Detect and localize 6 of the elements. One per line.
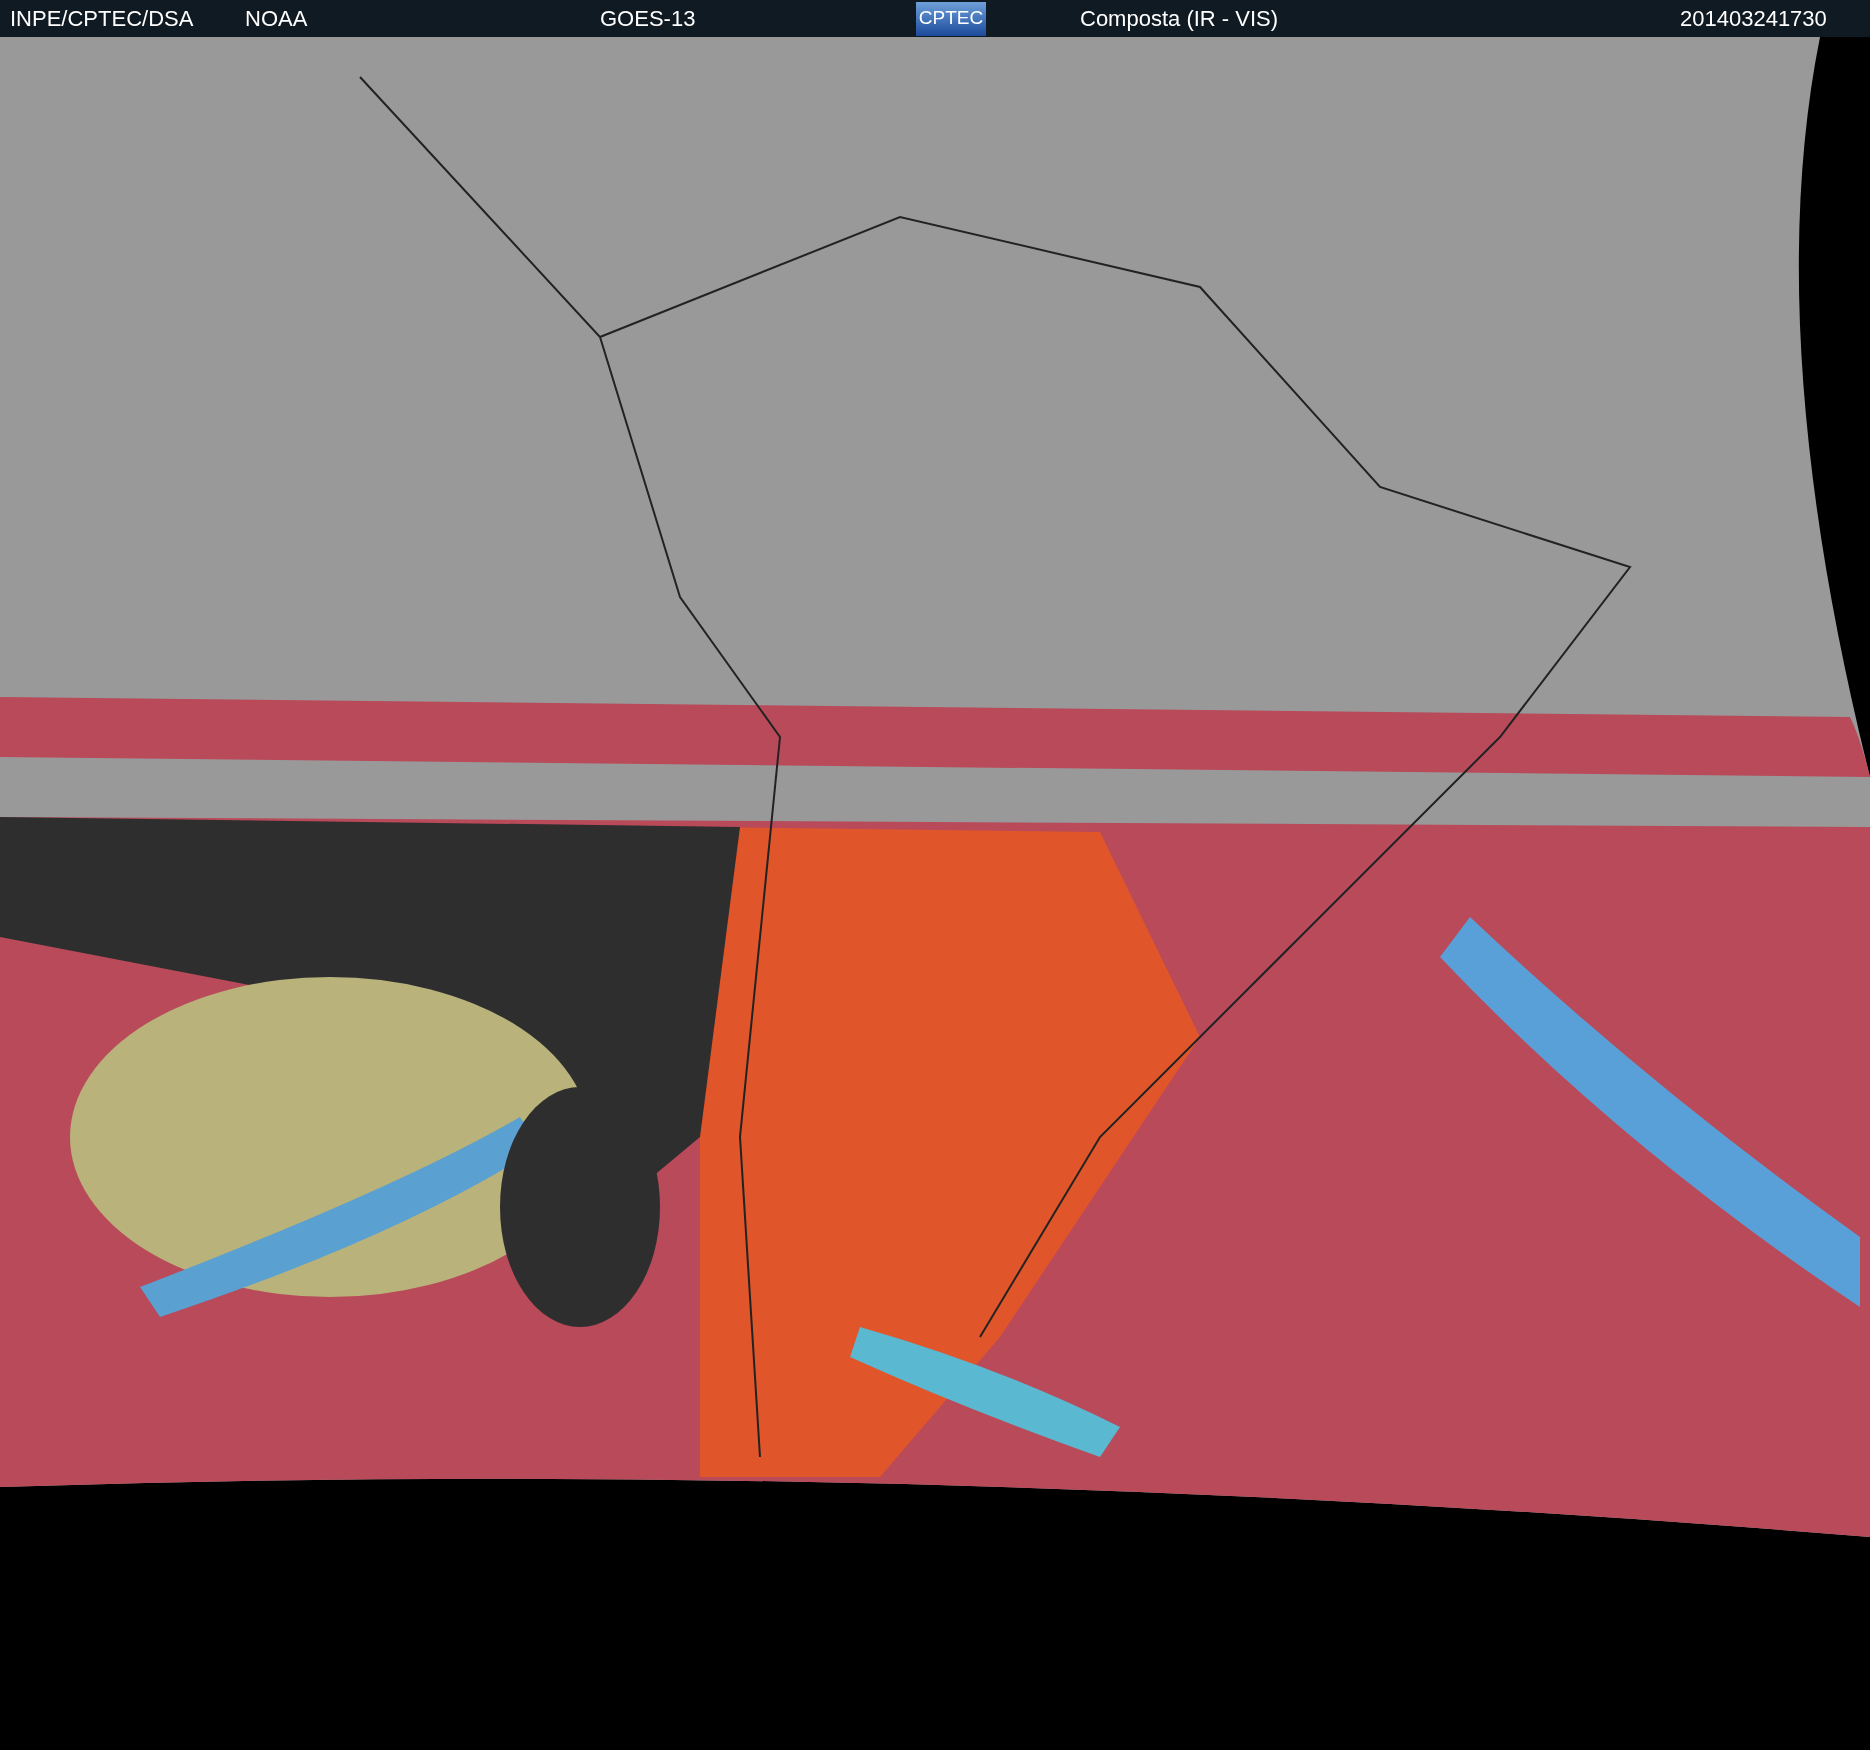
agency-label: NOAA	[245, 5, 309, 33]
source-label: INPE/CPTEC/DSA	[10, 5, 195, 33]
satellite-label: GOES-13	[600, 5, 697, 33]
product-label: Composta (IR - VIS)	[1080, 5, 1280, 33]
timestamp-label: 201403241730	[1680, 5, 1827, 33]
logo: CPTEC	[916, 1, 986, 36]
